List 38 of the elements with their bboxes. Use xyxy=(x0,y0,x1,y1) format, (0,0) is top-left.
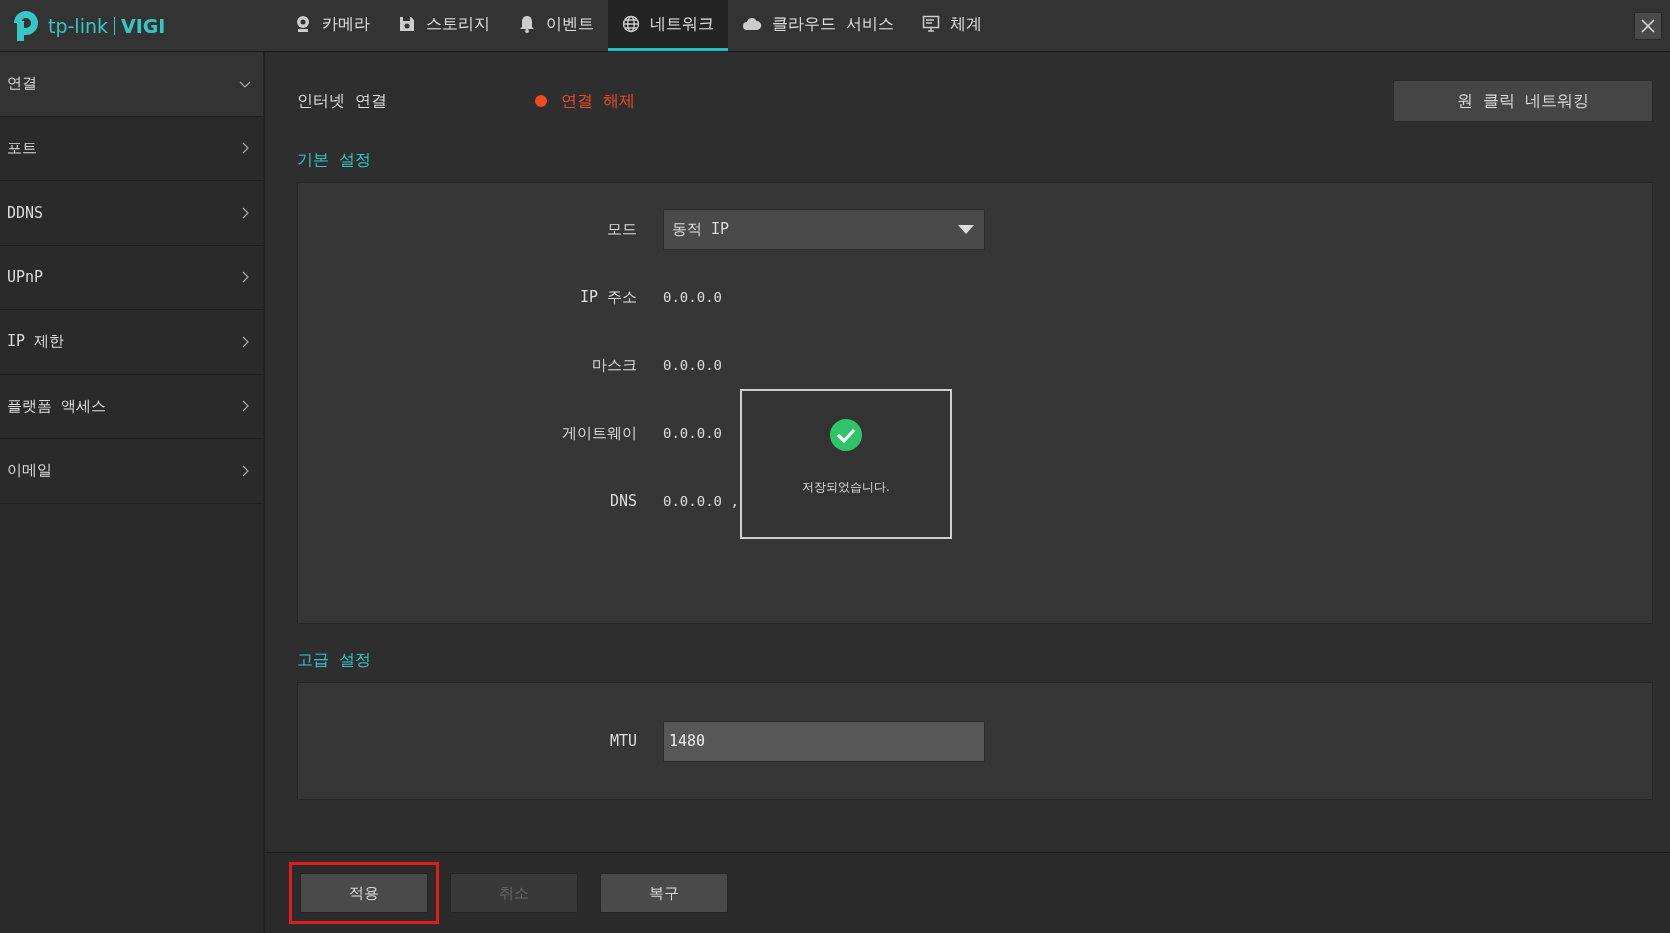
field-value: 0.0.0.0 xyxy=(663,425,722,441)
globe-icon xyxy=(622,15,640,33)
field-value: 0.0.0.0 , xyxy=(663,493,739,509)
close-icon xyxy=(1640,17,1656,34)
connection-status: 연결 해제 xyxy=(561,90,635,112)
field-label: DNS xyxy=(608,492,637,510)
bell-icon xyxy=(518,15,536,33)
section-title: 기본 설정 xyxy=(297,150,372,171)
nav-tab[interactable]: 네트워크 xyxy=(608,0,728,51)
field-label: IP 주소 xyxy=(578,287,637,307)
field-label: MTU xyxy=(608,732,637,750)
close-button[interactable] xyxy=(1634,11,1662,40)
cloud-icon xyxy=(742,17,762,31)
field-value: 0.0.0.0 xyxy=(663,357,722,373)
nav-tab[interactable]: 카메라 xyxy=(280,0,384,51)
field-label: 모드 xyxy=(606,219,637,239)
field-value: 0.0.0.0 xyxy=(663,289,722,305)
nav-tab[interactable]: 스토리지 xyxy=(384,0,504,51)
dropdown-caret-icon xyxy=(958,224,974,234)
mtu-input-field[interactable]: 1480 xyxy=(663,720,985,762)
field-label: 마스크 xyxy=(591,355,637,375)
internet-connection-label: 인터넷 연결 xyxy=(297,90,388,112)
section-title: 고급 설정 xyxy=(297,650,372,671)
action-button[interactable]: 복구 xyxy=(600,873,728,913)
monitor-icon xyxy=(921,15,940,33)
sidebar-item[interactable]: 연결 xyxy=(0,52,263,117)
nav-tab[interactable]: 체계 xyxy=(907,0,996,51)
nav-tab[interactable]: 클라우드 서비스 xyxy=(728,0,908,51)
action-button[interactable]: 적용 xyxy=(300,873,428,913)
toast-message: 저장되었습니다. xyxy=(802,479,890,496)
brand-name: tp-link xyxy=(48,14,108,37)
webcam-icon xyxy=(294,15,312,33)
mode-dropdown[interactable]: 동적 IP xyxy=(663,208,985,250)
one-click-networking-button[interactable]: 원 클릭 네트워킹 xyxy=(1393,80,1653,122)
product-name: VIGI xyxy=(120,14,166,37)
check-circle-icon xyxy=(830,419,862,451)
nav-tab[interactable]: 이벤트 xyxy=(504,0,608,51)
field-label: 게이트웨이 xyxy=(561,423,637,443)
